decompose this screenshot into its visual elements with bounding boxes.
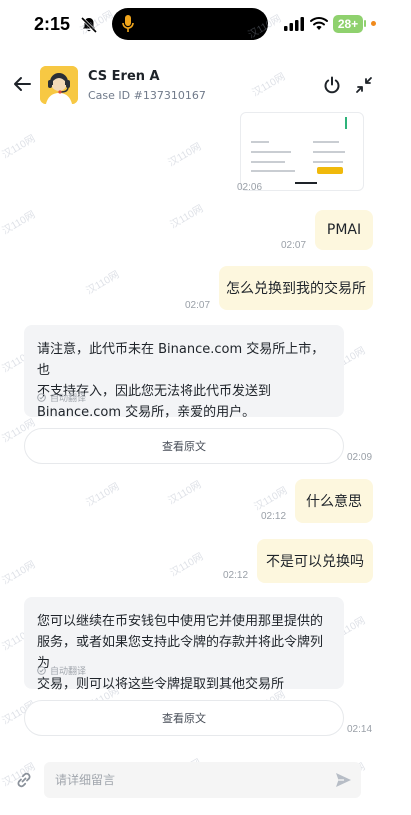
check-circle-icon — [37, 666, 46, 675]
auto-translated-label: 自动翻译 — [37, 391, 86, 404]
watermark: 汉110网 — [0, 209, 38, 237]
message-time: 02:12 — [261, 511, 287, 522]
thumbnail-line — [251, 161, 285, 163]
view-original-button[interactable]: 查看原文 — [24, 700, 344, 736]
watermark: 汉110网 — [252, 485, 290, 513]
privacy-indicator-dot — [371, 21, 376, 26]
back-arrow-icon[interactable] — [13, 76, 31, 92]
message-input[interactable]: 请详细留言 — [44, 762, 361, 798]
message-time: 02:09 — [347, 452, 373, 463]
message-text: 不是可以兑换吗 — [266, 554, 364, 570]
status-time: 2:15 — [34, 14, 71, 34]
message-time: 02:06 — [237, 182, 263, 193]
watermark: 汉110网 — [250, 71, 288, 99]
image-message-thumbnail[interactable] — [240, 112, 364, 191]
message-time: 02:14 — [347, 724, 373, 735]
user-message-bubble: 什么意思 — [295, 479, 373, 523]
watermark: 汉110网 — [0, 133, 38, 161]
translated-text: 自动翻译 — [50, 394, 87, 404]
thumbnail-line — [251, 151, 291, 153]
case-id: Case ID #137310167 — [88, 89, 206, 102]
view-original-label: 查看原文 — [162, 440, 206, 453]
agent-avatar-icon — [40, 66, 78, 104]
watermark: 汉110网 — [84, 481, 122, 509]
message-time: 02:07 — [281, 240, 307, 251]
battery-indicator: 28+ — [333, 15, 363, 33]
watermark: 汉110网 — [166, 141, 204, 169]
bell-muted-icon — [80, 16, 98, 34]
thumbnail-line — [251, 170, 295, 172]
message-text: 请注意，此代币未在 Binance.com 交易所上市，也 不支持存入，因此您无… — [24, 325, 344, 423]
wifi-icon — [310, 17, 328, 30]
user-message-bubble: 不是可以兑换吗 — [257, 539, 373, 583]
microphone-icon — [122, 15, 134, 32]
translated-text: 自动翻译 — [50, 667, 87, 677]
message-line: 请注意，此代币未在 Binance.com 交易所上市，也 — [37, 342, 325, 378]
message-time: 02:12 — [223, 570, 249, 581]
message-line: 交易，则可以将这些令牌提取到其他交易所 — [37, 677, 285, 692]
message-text: 什么意思 — [306, 494, 362, 510]
watermark: 汉110网 — [84, 269, 122, 297]
user-message-bubble: PMAI — [315, 210, 373, 250]
watermark: 汉110网 — [0, 559, 38, 587]
thumbnail-line — [313, 161, 343, 163]
watermark: 汉110网 — [168, 203, 206, 231]
minimize-icon[interactable] — [355, 76, 373, 94]
message-line: 您可以继续在币安钱包中使用它并使用那里提供的 — [37, 614, 324, 629]
thumbnail-line — [313, 151, 345, 153]
battery-tip — [364, 20, 366, 27]
view-original-label: 查看原文 — [162, 712, 206, 725]
power-icon[interactable] — [323, 76, 341, 94]
view-original-button[interactable]: 查看原文 — [24, 428, 344, 464]
agent-avatar — [40, 66, 78, 104]
dynamic-island — [112, 8, 268, 40]
message-text: PMAI — [326, 222, 362, 238]
check-circle-icon — [37, 393, 46, 402]
user-message-bubble: 怎么兑换到我的交易所 — [219, 266, 373, 310]
status-bar: 2:15 28+ — [0, 0, 411, 52]
watermark: 汉110网 — [168, 551, 206, 579]
thumbnail-line — [295, 182, 317, 184]
agent-name: CS Eren A — [88, 69, 160, 84]
message-text: 您可以继续在币安钱包中使用它并使用那里提供的 服务，或者如果您支持此令牌的存款并… — [24, 597, 344, 695]
message-text: 怎么兑换到我的交易所 — [226, 281, 366, 297]
auto-translated-label: 自动翻译 — [37, 664, 86, 677]
message-line: Binance.com 交易所，亲爱的用户。 — [37, 405, 256, 420]
cellular-signal-icon — [284, 17, 304, 31]
watermark: 汉110网 — [166, 479, 204, 507]
send-icon[interactable] — [335, 772, 352, 788]
thumbnail-line — [251, 141, 269, 143]
thumbnail-yellow-button — [317, 167, 343, 174]
message-time: 02:07 — [185, 300, 211, 311]
thumbnail-detail — [345, 117, 347, 129]
thumbnail-line — [313, 141, 339, 143]
message-input-placeholder: 请详细留言 — [55, 773, 116, 787]
attachment-link-icon[interactable] — [14, 770, 34, 790]
